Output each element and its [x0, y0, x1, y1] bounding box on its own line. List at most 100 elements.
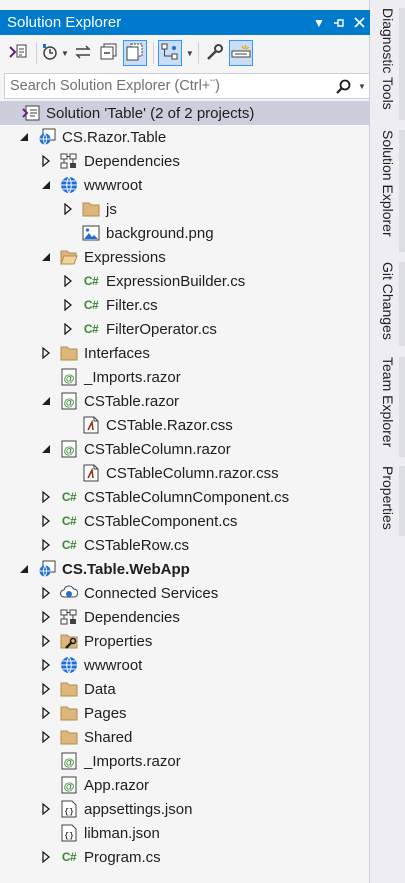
- side-tab-diagnostic-tools[interactable]: Diagnostic Tools: [371, 8, 405, 120]
- side-tab-git-changes[interactable]: Git Changes: [371, 262, 405, 346]
- expanded-arrow-icon[interactable]: [38, 177, 54, 193]
- collapsed-arrow-icon[interactable]: [38, 681, 54, 697]
- side-tab-properties[interactable]: Properties: [371, 466, 405, 536]
- globe-icon: [60, 656, 78, 674]
- toolbar-separator: [36, 42, 37, 64]
- side-tab-label: Git Changes: [380, 262, 396, 340]
- tree-item[interactable]: Interfaces: [0, 341, 370, 365]
- csharp-file-icon: C#: [61, 490, 77, 504]
- git-filter-button[interactable]: [157, 40, 182, 66]
- collapsed-arrow-icon[interactable]: [60, 297, 76, 313]
- tree-item[interactable]: Properties: [0, 629, 370, 653]
- csharp-file-icon: C#: [83, 322, 99, 336]
- tree-item[interactable]: C# Filter.cs: [0, 293, 370, 317]
- search-input[interactable]: [10, 78, 331, 94]
- title-bar: Solution Explorer ▼: [0, 10, 370, 35]
- properties-button[interactable]: [203, 40, 227, 66]
- tree-item[interactable]: CS.Razor.Table: [0, 125, 370, 149]
- collapsed-arrow-icon[interactable]: [38, 609, 54, 625]
- collapsed-arrow-icon[interactable]: [38, 801, 54, 817]
- expanded-arrow-icon[interactable]: [38, 441, 54, 457]
- tree-item[interactable]: wwwroot: [0, 173, 370, 197]
- tree-item[interactable]: C# CSTableComponent.cs: [0, 509, 370, 533]
- tree-item[interactable]: Pages: [0, 701, 370, 725]
- chevron-down-icon[interactable]: ▼: [61, 49, 69, 58]
- collapsed-arrow-icon[interactable]: [38, 153, 54, 169]
- pending-changes-filter-button[interactable]: ▼: [41, 40, 69, 66]
- tree-item[interactable]: Dependencies: [0, 605, 370, 629]
- close-icon[interactable]: [350, 13, 368, 33]
- collapse-all-button[interactable]: [97, 40, 121, 66]
- tree-item[interactable]: C# Program.cs: [0, 845, 370, 869]
- tree-item-label: _Imports.razor: [84, 752, 181, 770]
- tree-item-label: CSTableComponent.cs: [84, 512, 238, 530]
- tree-item-label: Data: [84, 680, 116, 698]
- tree-item-label: wwwroot: [84, 656, 143, 674]
- collapsed-arrow-icon[interactable]: [38, 633, 54, 649]
- side-tab-bar: [399, 466, 405, 536]
- show-all-files-button[interactable]: [122, 40, 147, 66]
- window-position-dropdown-icon[interactable]: ▼: [310, 13, 328, 33]
- side-tab-team-explorer[interactable]: Team Explorer: [371, 357, 405, 457]
- search-options-chevron-icon[interactable]: ▼: [355, 82, 369, 91]
- tree-item[interactable]: @ CSTableColumn.razor: [0, 437, 370, 461]
- switch-views-button[interactable]: [6, 40, 30, 66]
- tree-item[interactable]: @ _Imports.razor: [0, 365, 370, 389]
- svg-text:@: @: [64, 397, 75, 409]
- collapsed-arrow-icon[interactable]: [60, 273, 76, 289]
- tree-item-label: wwwroot: [84, 176, 143, 194]
- tree-item[interactable]: Solution 'Table' (2 of 2 projects): [0, 101, 370, 125]
- tree-item[interactable]: C# ExpressionBuilder.cs: [0, 269, 370, 293]
- collapsed-arrow-icon[interactable]: [38, 657, 54, 673]
- tree-item[interactable]: wwwroot: [0, 653, 370, 677]
- collapsed-arrow-icon[interactable]: [38, 513, 54, 529]
- collapsed-arrow-icon[interactable]: [38, 729, 54, 745]
- expanded-arrow-icon[interactable]: [38, 393, 54, 409]
- svg-text:@: @: [64, 445, 75, 457]
- panel-title: Solution Explorer: [7, 14, 122, 31]
- collapsed-arrow-icon[interactable]: [38, 705, 54, 721]
- collapsed-arrow-icon[interactable]: [38, 537, 54, 553]
- collapsed-arrow-icon[interactable]: [38, 849, 54, 865]
- tree-item[interactable]: CSTableColumn.razor.css: [0, 461, 370, 485]
- side-tab-solution-explorer[interactable]: Solution Explorer: [371, 130, 405, 252]
- tree-item-label: Filter.cs: [106, 296, 158, 314]
- collapsed-arrow-icon[interactable]: [60, 201, 76, 217]
- tree-item-label: appsettings.json: [84, 800, 193, 818]
- tree-item[interactable]: @ CSTable.razor: [0, 389, 370, 413]
- tree-item[interactable]: {} libman.json: [0, 821, 370, 845]
- tree-item[interactable]: {} appsettings.json: [0, 797, 370, 821]
- tree-item[interactable]: CSTable.Razor.css: [0, 413, 370, 437]
- tree-item[interactable]: js: [0, 197, 370, 221]
- tree-item[interactable]: C# CSTableColumnComponent.cs: [0, 485, 370, 509]
- json-file-icon: {}: [60, 824, 78, 842]
- pin-icon[interactable]: [330, 13, 348, 33]
- search-box[interactable]: ▼: [4, 73, 370, 99]
- tree-item[interactable]: Shared: [0, 725, 370, 749]
- expanded-arrow-icon[interactable]: [16, 129, 32, 145]
- preview-selected-items-button[interactable]: [228, 40, 253, 66]
- razor-file-icon: @: [60, 392, 78, 410]
- chevron-down-icon[interactable]: ▼: [186, 49, 194, 58]
- expander-placeholder: [60, 417, 76, 433]
- collapsed-arrow-icon[interactable]: [38, 489, 54, 505]
- tree-item[interactable]: Connected Services: [0, 581, 370, 605]
- tree-item[interactable]: Expressions: [0, 245, 370, 269]
- collapsed-arrow-icon[interactable]: [38, 585, 54, 601]
- tree-item-label: Shared: [84, 728, 133, 746]
- tree-item[interactable]: @ App.razor: [0, 773, 370, 797]
- tree-item[interactable]: Dependencies: [0, 149, 370, 173]
- tree-item[interactable]: Data: [0, 677, 370, 701]
- collapsed-arrow-icon[interactable]: [60, 321, 76, 337]
- sync-with-active-document-button[interactable]: [71, 40, 95, 66]
- tree-item[interactable]: C# CSTableRow.cs: [0, 533, 370, 557]
- expanded-arrow-icon[interactable]: [38, 249, 54, 265]
- tree-item[interactable]: CS.Table.WebApp: [0, 557, 370, 581]
- expanded-arrow-icon[interactable]: [16, 561, 32, 577]
- tree-item[interactable]: C# FilterOperator.cs: [0, 317, 370, 341]
- collapsed-arrow-icon[interactable]: [38, 345, 54, 361]
- search-icon[interactable]: [331, 79, 355, 94]
- expander-placeholder: [60, 465, 76, 481]
- tree-item[interactable]: @ _Imports.razor: [0, 749, 370, 773]
- tree-item[interactable]: background.png: [0, 221, 370, 245]
